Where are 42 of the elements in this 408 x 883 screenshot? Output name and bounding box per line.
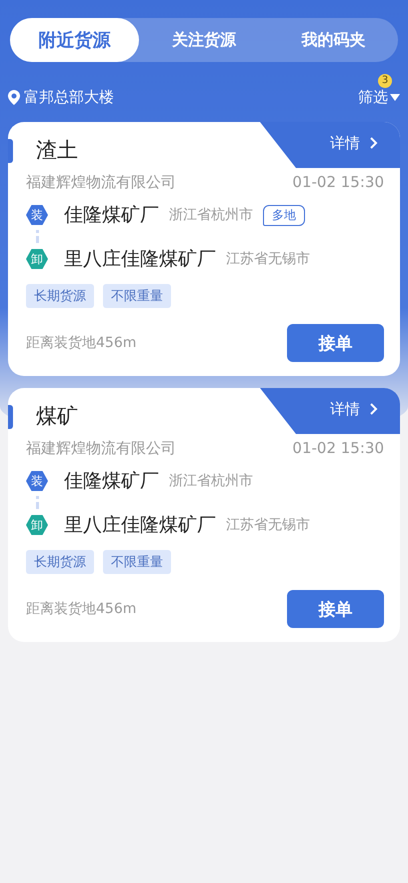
- stop-region: 浙江省杭州市: [169, 472, 253, 490]
- cargo-tag: 长期货源: [26, 550, 94, 574]
- distance-text: 距离装货地456m: [26, 600, 136, 618]
- publish-time: 01-02 15:30: [292, 439, 384, 458]
- publish-time: 01-02 15:30: [292, 173, 384, 192]
- detail-button[interactable]: 详情: [260, 122, 400, 168]
- distance-text: 距离装货地456m: [26, 334, 136, 352]
- cargo-tag: 不限重量: [103, 284, 171, 308]
- route-connector: [36, 496, 38, 510]
- stop-region: 江苏省无锡市: [226, 516, 310, 534]
- stop-type-marker: 装: [26, 471, 48, 491]
- location-label: 富邦总部大楼: [24, 88, 114, 106]
- multi-stop-tag: 多地: [263, 204, 305, 226]
- caret-icon: [390, 94, 400, 100]
- company-name: 福建辉煌物流有限公司: [26, 173, 176, 192]
- stop-region: 浙江省杭州市: [169, 206, 253, 224]
- accept-order-button[interactable]: 接单: [287, 590, 384, 628]
- company-name: 福建辉煌物流有限公司: [26, 439, 176, 458]
- stop-name: 里八庄佳隆煤矿厂: [64, 247, 216, 272]
- stop-type-marker: 卸: [26, 249, 48, 269]
- title-accent-bar: [8, 139, 13, 163]
- stop-name: 里八庄佳隆煤矿厂: [64, 513, 216, 538]
- route-connector: [36, 230, 38, 244]
- tab[interactable]: 我的码夹: [268, 18, 398, 62]
- cargo-tag: 不限重量: [103, 550, 171, 574]
- accept-order-button[interactable]: 接单: [287, 324, 384, 362]
- stop-region: 江苏省无锡市: [226, 250, 310, 268]
- detail-button[interactable]: 详情: [260, 388, 400, 434]
- stop-type-marker: 装: [26, 205, 48, 225]
- stop-name: 佳隆煤矿厂: [64, 203, 159, 228]
- title-accent-bar: [8, 405, 13, 429]
- chevron-right-icon: [370, 403, 378, 415]
- tab[interactable]: 附近货源: [10, 18, 140, 62]
- location-pin-icon: [8, 90, 20, 104]
- chevron-right-icon: [370, 137, 378, 149]
- stop-name: 佳隆煤矿厂: [64, 469, 159, 494]
- stop-type-marker: 卸: [26, 515, 48, 535]
- cargo-tag: 长期货源: [26, 284, 94, 308]
- cargo-title: 渣土: [36, 137, 78, 164]
- tab[interactable]: 关注货源: [139, 18, 269, 62]
- filter-button[interactable]: 筛选: [358, 88, 400, 106]
- cargo-title: 煤矿: [36, 403, 78, 430]
